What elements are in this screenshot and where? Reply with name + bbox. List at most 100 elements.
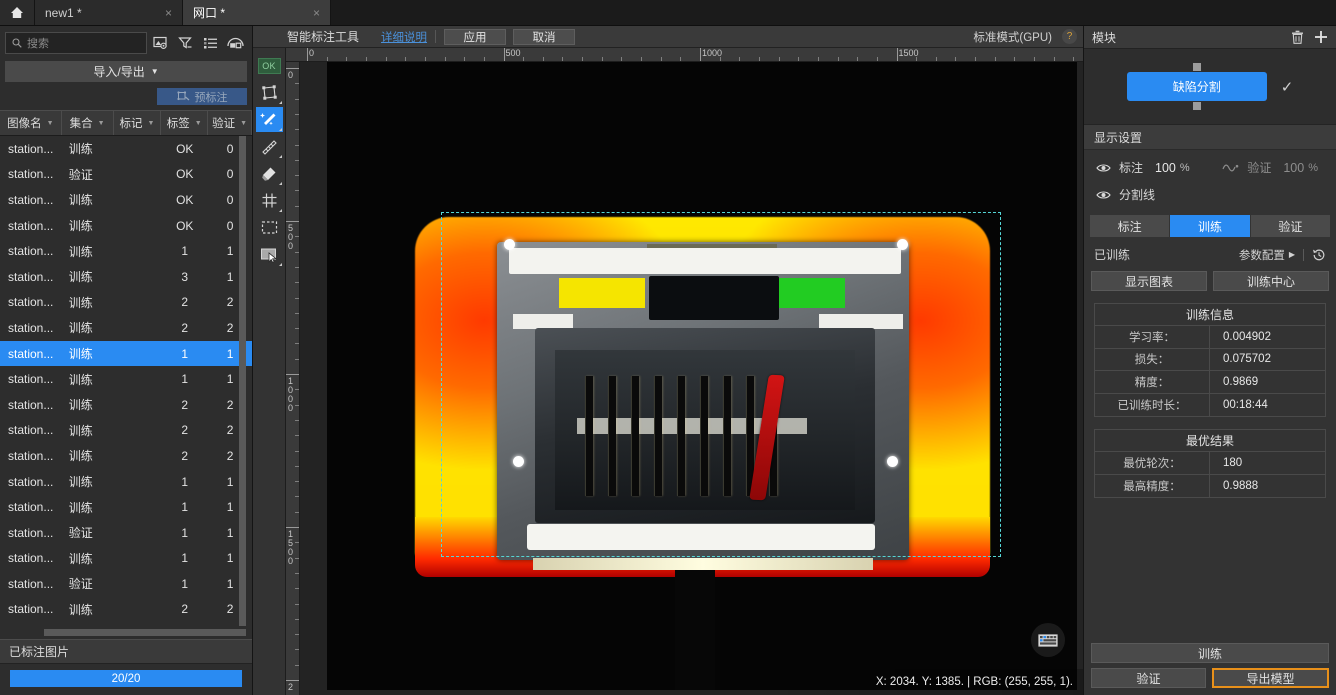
table-row[interactable]: station... 训练 1 1 bbox=[0, 340, 252, 367]
apply-button[interactable]: 应用 bbox=[444, 28, 507, 45]
dropdown-corner-icon[interactable] bbox=[278, 263, 282, 266]
tab-new1[interactable]: new1 * × bbox=[35, 0, 183, 25]
table-row[interactable]: station... 训练 OK 0 bbox=[0, 213, 252, 239]
column-header-mark[interactable]: 标记 ▼ bbox=[114, 111, 162, 135]
dropdown-corner-icon[interactable] bbox=[278, 128, 282, 131]
table-row[interactable]: station... 训练 2 2 bbox=[0, 418, 252, 444]
cancel-button[interactable]: 取消 bbox=[513, 28, 576, 45]
chevron-down-icon[interactable]: ▼ bbox=[147, 120, 154, 127]
chevron-down-icon[interactable]: ▼ bbox=[98, 120, 105, 127]
eraser-tool-button[interactable] bbox=[256, 161, 283, 186]
eye-icon[interactable] bbox=[1096, 163, 1111, 173]
segment-verify[interactable]: 验证 bbox=[1250, 215, 1330, 237]
table-horizontal-scrollbar[interactable] bbox=[0, 627, 252, 639]
tab-wangkou[interactable]: 网口 * × bbox=[183, 0, 331, 25]
show-chart-button[interactable]: 显示图表 bbox=[1091, 271, 1207, 291]
photo-image[interactable] bbox=[327, 62, 1077, 690]
layout-button[interactable] bbox=[224, 32, 247, 54]
ok-tool-button[interactable]: OK bbox=[256, 53, 283, 78]
prelabel-button[interactable]: 预标注 bbox=[157, 88, 247, 105]
table-row[interactable]: station... 训练 2 2 bbox=[0, 597, 252, 623]
column-header-tag[interactable]: 标签 ▼ bbox=[161, 111, 209, 135]
chevron-down-icon[interactable]: ▼ bbox=[240, 120, 247, 127]
filter-button[interactable] bbox=[174, 32, 197, 54]
table-row[interactable]: station... 训练 OK 0 bbox=[0, 136, 252, 162]
table-row[interactable]: station... 训练 1 1 bbox=[0, 366, 252, 392]
play-icon[interactable]: ▶ bbox=[1289, 250, 1295, 259]
move-region-tool-button[interactable] bbox=[256, 242, 283, 267]
verify-opacity-value[interactable]: 100 bbox=[1283, 161, 1304, 175]
help-button[interactable]: ? bbox=[1062, 29, 1077, 44]
table-row[interactable]: station... 训练 1 1 bbox=[0, 238, 252, 264]
table-row: 精度： 0.9869 bbox=[1095, 371, 1325, 394]
search-input[interactable]: 搜索 bbox=[5, 32, 147, 54]
ruler-minor-tick bbox=[739, 57, 741, 61]
module-graph-canvas[interactable]: 缺陷分割 ✓ bbox=[1084, 49, 1336, 125]
curve-icon[interactable] bbox=[1222, 163, 1239, 172]
grid-tool-button[interactable] bbox=[256, 188, 283, 213]
column-header-set[interactable]: 集合 ▼ bbox=[62, 111, 114, 135]
display-settings-row-1: 标注 100 % 验证 100 % bbox=[1084, 150, 1336, 176]
mode-segmented-control[interactable]: 标注 训练 验证 bbox=[1090, 215, 1330, 237]
table-row[interactable]: station... 训练 1 1 bbox=[0, 494, 252, 520]
table-vertical-scrollbar[interactable] bbox=[239, 136, 246, 627]
keyboard-shortcuts-button[interactable] bbox=[1031, 623, 1065, 657]
table-row[interactable]: station... 训练 2 2 bbox=[0, 443, 252, 469]
table-row[interactable]: station... 验证 1 1 bbox=[0, 520, 252, 546]
table-row[interactable]: station... 验证 OK 0 bbox=[0, 162, 252, 188]
table-row[interactable]: station... 训练 2 2 bbox=[0, 290, 252, 316]
table-row[interactable]: station... 训练 2 2 bbox=[0, 392, 252, 418]
dropdown-corner-icon[interactable] bbox=[278, 101, 282, 104]
scrollbar-thumb[interactable] bbox=[44, 629, 246, 636]
marquee-select-tool-button[interactable] bbox=[256, 215, 283, 240]
table-row[interactable]: station... 训练 OK 0 bbox=[0, 187, 252, 213]
dropdown-corner-icon[interactable] bbox=[278, 155, 282, 158]
cell-tag: 1 bbox=[181, 525, 189, 540]
segment-train[interactable]: 训练 bbox=[1170, 215, 1250, 237]
dropdown-corner-icon[interactable] bbox=[278, 209, 282, 212]
tab-bar: new1 * × 网口 * × bbox=[0, 0, 1336, 26]
export-model-button[interactable]: 导出模型 bbox=[1212, 668, 1329, 688]
detail-help-link[interactable]: 详细说明 bbox=[381, 29, 427, 45]
chevron-down-icon[interactable]: ▼ bbox=[195, 120, 202, 127]
column-header-image-name[interactable]: 图像名 ▼ bbox=[0, 111, 62, 135]
magic-wand-tool-button[interactable] bbox=[255, 107, 283, 132]
image-canvas[interactable]: X: 2034. Y: 1385. | RGB: (255, 255, 1). bbox=[300, 62, 1083, 695]
home-button[interactable] bbox=[0, 0, 35, 25]
delete-module-button[interactable] bbox=[1291, 30, 1304, 44]
dropdown-corner-icon[interactable] bbox=[278, 182, 282, 185]
module-node-defect-segmentation[interactable]: 缺陷分割 bbox=[1126, 63, 1267, 110]
close-icon[interactable]: × bbox=[165, 7, 172, 19]
add-module-button[interactable] bbox=[1314, 30, 1328, 44]
parameter-config-link[interactable]: 参数配置 bbox=[1239, 247, 1285, 263]
table-row[interactable]: station... 训练 1 1 bbox=[0, 546, 252, 572]
import-export-dropdown[interactable]: 导入/导出 ▼ bbox=[5, 61, 247, 82]
annotation-opacity-value[interactable]: 100 bbox=[1155, 161, 1176, 175]
scrollbar-thumb[interactable] bbox=[239, 136, 246, 626]
segment-annotate[interactable]: 标注 bbox=[1090, 215, 1170, 237]
table-row[interactable]: station... 训练 3 1 bbox=[0, 264, 252, 290]
ruler-minor-tick bbox=[295, 343, 299, 345]
table-row[interactable]: station... 训练 2 2 bbox=[0, 315, 252, 341]
chevron-down-icon[interactable]: ▼ bbox=[47, 120, 54, 127]
info-value: 0.075702 bbox=[1223, 353, 1271, 366]
verify-button[interactable]: 验证 bbox=[1091, 668, 1206, 688]
train-button[interactable]: 训练 bbox=[1091, 643, 1329, 663]
eye-icon[interactable] bbox=[1096, 190, 1111, 200]
history-button[interactable] bbox=[1312, 248, 1326, 262]
column-header-verify[interactable]: 验证 ▼ bbox=[208, 111, 252, 135]
cell-image-name: station... bbox=[8, 525, 54, 540]
training-center-button[interactable]: 训练中心 bbox=[1213, 271, 1329, 291]
polygon-tool-button[interactable] bbox=[256, 80, 283, 105]
image-filter-button[interactable] bbox=[149, 32, 172, 54]
list-view-button[interactable] bbox=[199, 32, 222, 54]
image-table-body[interactable]: station... 训练 OK 0 station... 验证 OK 0 station...… bbox=[0, 136, 252, 627]
cell-image-name: station... bbox=[8, 269, 54, 284]
table-row[interactable]: station... 训练 1 1 bbox=[0, 469, 252, 495]
trained-status-row: 已训练 参数配置 ▶ bbox=[1084, 237, 1336, 263]
cell-mark bbox=[114, 520, 162, 546]
ruler-minor-tick bbox=[876, 57, 878, 61]
table-row[interactable]: station... 验证 1 1 bbox=[0, 571, 252, 597]
ruler-tool-button[interactable] bbox=[256, 134, 283, 159]
close-icon[interactable]: × bbox=[313, 7, 320, 19]
